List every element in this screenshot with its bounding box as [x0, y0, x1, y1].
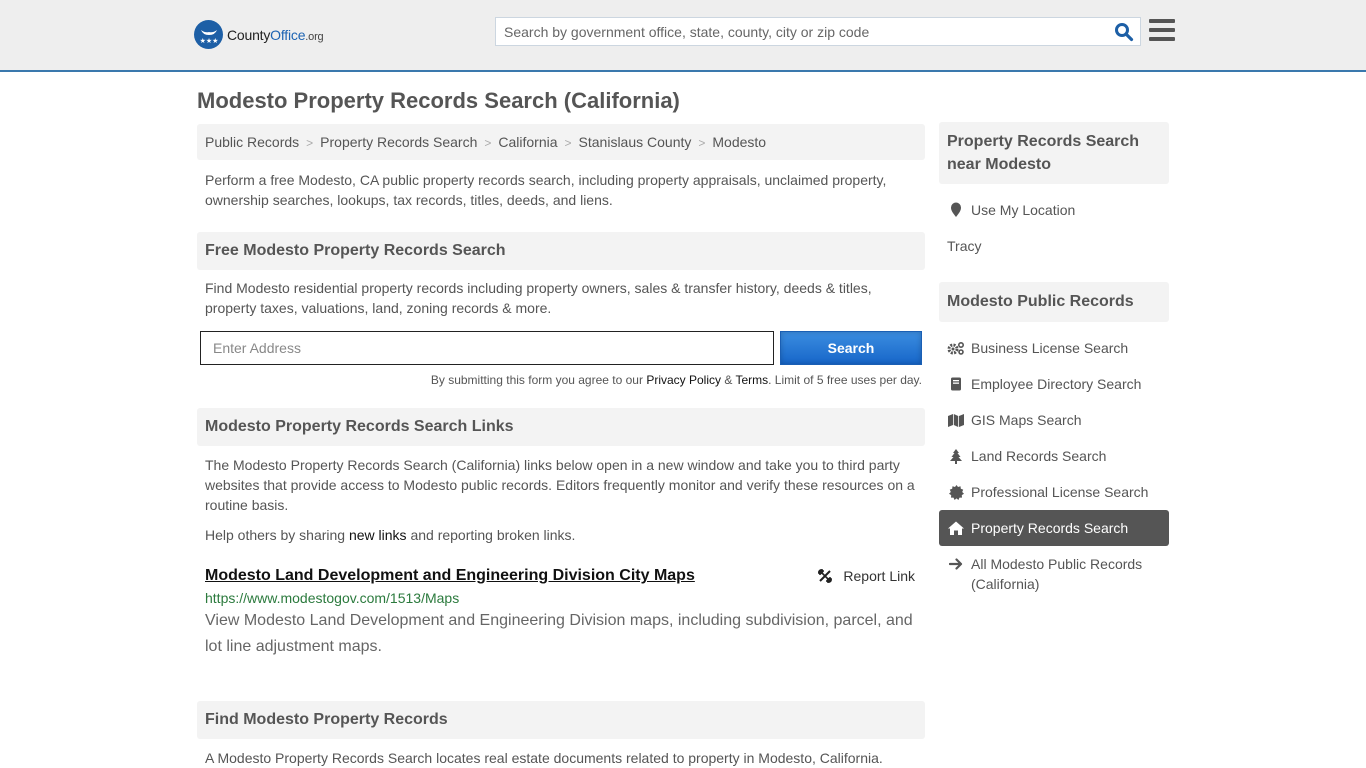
main-content: Public Records > Property Records Search > C…	[197, 124, 925, 768]
breadcrumb-property-records-search[interactable]: Property Records Search	[320, 134, 477, 150]
report-link-label: Report Link	[843, 568, 915, 584]
hamburger-menu-icon[interactable]	[1149, 19, 1175, 43]
site-search-input[interactable]	[496, 18, 1096, 45]
resource-link-item: Modesto Land Development and Engineering…	[197, 565, 925, 660]
breadcrumb-california[interactable]: California	[498, 134, 557, 150]
search-icon[interactable]	[1114, 22, 1134, 42]
resource-link-description: View Modesto Land Development and Engine…	[205, 612, 913, 655]
sidebar-item-property-records[interactable]: Property Records Search	[939, 510, 1169, 546]
links-section-description: The Modesto Property Records Search (Cal…	[205, 457, 915, 513]
form-disclaimer: By submitting this form you agree to our…	[197, 373, 925, 387]
disclaimer-text: . Limit of 5 free uses per day.	[768, 373, 922, 387]
breadcrumb-public-records[interactable]: Public Records	[205, 134, 299, 150]
help-text: Help others by sharing new links and rep…	[197, 525, 925, 545]
land-records-link[interactable]: Land Records Search	[971, 446, 1106, 466]
address-search-form: Search	[197, 331, 925, 365]
help-text-suffix: and reporting broken links.	[406, 527, 576, 543]
privacy-policy-link[interactable]: Privacy Policy	[646, 373, 721, 387]
free-search-heading: Free Modesto Property Records Search	[197, 232, 925, 270]
links-section-heading: Modesto Property Records Search Links	[197, 408, 925, 446]
nearby-heading: Property Records Search near Modesto	[939, 122, 1169, 184]
broken-link-icon	[818, 569, 833, 583]
gears-icon	[947, 338, 965, 358]
intro-text: Perform a free Modesto, CA public proper…	[205, 172, 887, 208]
sidebar-item-professional-license[interactable]: Professional License Search	[939, 474, 1169, 510]
public-records-heading: Modesto Public Records	[939, 282, 1169, 322]
terms-link[interactable]: Terms	[735, 373, 768, 387]
map-marker-icon	[947, 200, 965, 220]
breadcrumb-separator: >	[484, 136, 492, 150]
report-link-button[interactable]: Report Link	[817, 568, 915, 584]
site-logo[interactable]: ★★★ CountyOffice.org	[194, 20, 324, 49]
professional-license-link[interactable]: Professional License Search	[971, 482, 1148, 502]
address-search-button[interactable]: Search	[780, 331, 922, 365]
svg-text:★★★: ★★★	[199, 37, 218, 45]
disclaimer-text: &	[721, 373, 736, 387]
logo-wordmark: CountyOffice.org	[227, 26, 324, 43]
breadcrumb: Public Records > Property Records Search > C…	[197, 124, 925, 160]
site-search	[495, 17, 1141, 46]
employee-directory-link[interactable]: Employee Directory Search	[971, 374, 1141, 394]
map-icon	[947, 410, 965, 430]
site-header: ★★★ CountyOffice.org	[0, 0, 1366, 72]
eagle-logo-icon: ★★★	[194, 20, 223, 49]
certificate-icon	[947, 482, 965, 502]
nearby-place-tracy-link[interactable]: Tracy	[947, 236, 981, 256]
arrow-right-icon	[947, 554, 965, 574]
business-license-link[interactable]: Business License Search	[971, 338, 1128, 358]
property-records-link[interactable]: Property Records Search	[971, 518, 1128, 538]
address-input[interactable]	[200, 331, 774, 365]
find-section-heading: Find Modesto Property Records	[197, 701, 925, 739]
breadcrumb-modesto[interactable]: Modesto	[712, 134, 766, 150]
page-title: Modesto Property Records Search (Califor…	[197, 88, 680, 113]
resource-link-title[interactable]: Modesto Land Development and Engineering…	[205, 567, 695, 585]
all-public-records-link[interactable]: All Modesto Public Records (California)	[971, 554, 1161, 594]
use-my-location-item[interactable]: Use My Location	[939, 192, 1169, 228]
breadcrumb-separator: >	[564, 136, 572, 150]
breadcrumb-separator: >	[698, 136, 706, 150]
gis-maps-link[interactable]: GIS Maps Search	[971, 410, 1082, 430]
sidebar: Property Records Search near Modesto Use…	[939, 122, 1169, 602]
resource-link-url: https://www.modestogov.com/1513/Maps	[205, 590, 460, 606]
nearby-place-item[interactable]: Tracy	[939, 228, 1169, 264]
sidebar-item-business-license[interactable]: Business License Search	[939, 330, 1169, 366]
help-text-prefix: Help others by sharing	[205, 527, 349, 543]
free-search-description: Find Modesto residential property record…	[205, 280, 872, 316]
tree-icon	[947, 446, 965, 466]
sidebar-item-all-public-records[interactable]: All Modesto Public Records (California)	[939, 546, 1169, 602]
use-my-location-link[interactable]: Use My Location	[971, 200, 1075, 220]
find-section-description: A Modesto Property Records Search locate…	[205, 750, 883, 766]
breadcrumb-stanislaus-county[interactable]: Stanislaus County	[579, 134, 692, 150]
home-icon	[947, 518, 965, 538]
book-icon	[947, 374, 965, 394]
new-links-link[interactable]: new links	[349, 527, 407, 543]
breadcrumb-separator: >	[306, 136, 314, 150]
sidebar-item-gis-maps[interactable]: GIS Maps Search	[939, 402, 1169, 438]
sidebar-item-employee-directory[interactable]: Employee Directory Search	[939, 366, 1169, 402]
disclaimer-text: By submitting this form you agree to our	[430, 373, 647, 387]
sidebar-item-land-records[interactable]: Land Records Search	[939, 438, 1169, 474]
